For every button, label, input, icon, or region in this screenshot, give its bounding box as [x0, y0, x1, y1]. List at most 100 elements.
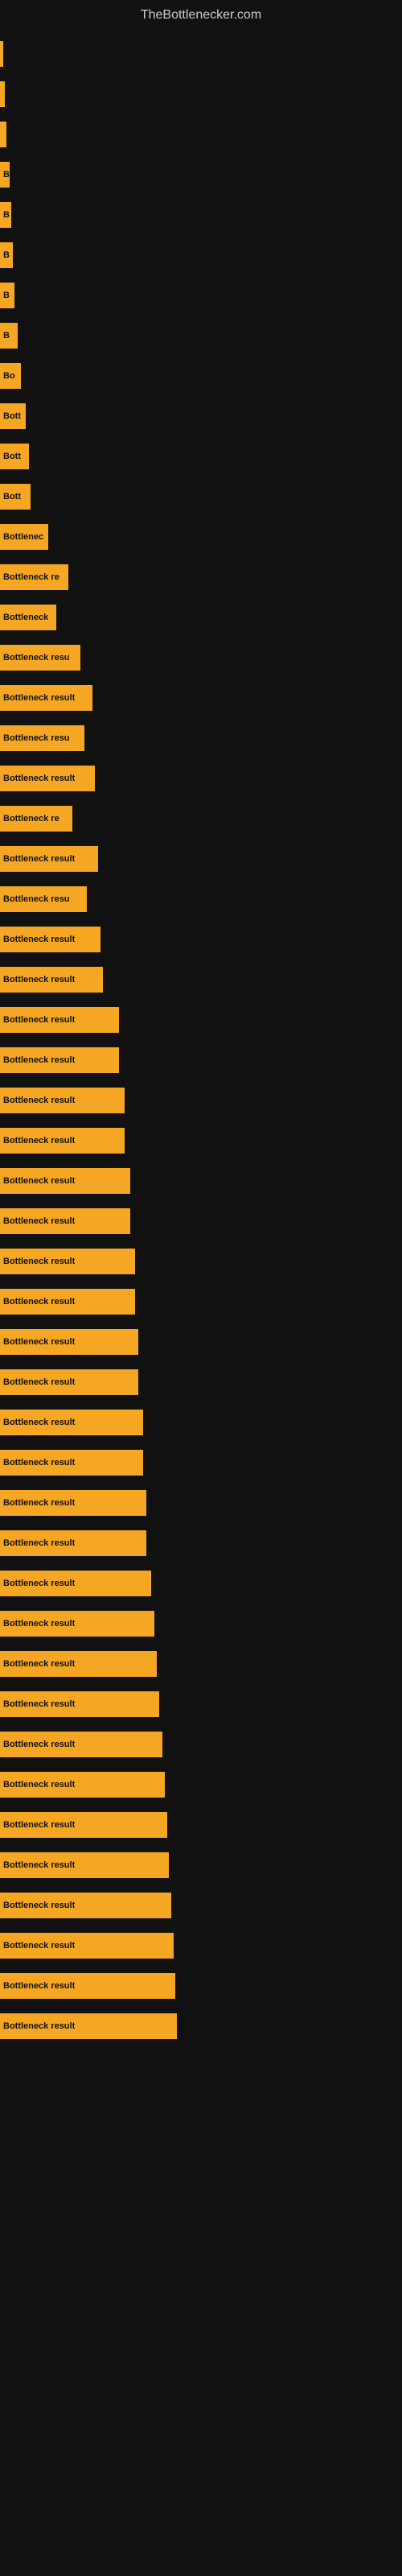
bar-label: Bottleneck result: [3, 1538, 75, 1548]
bar-label: Bottleneck result: [3, 1176, 75, 1186]
bar-row: Bottleneck result: [0, 1765, 402, 1804]
bar: Bottleneck result: [0, 846, 98, 872]
bar: Bottleneck result: [0, 1571, 151, 1596]
bar-row: Bottleneck result: [0, 1685, 402, 1724]
bar-row: Bottleneck result: [0, 840, 402, 878]
bar: Bottleneck result: [0, 1369, 138, 1395]
bar-label: Bottleneck result: [3, 1458, 75, 1468]
bar: [0, 81, 5, 107]
site-title: TheBottlenecker.com: [0, 0, 402, 27]
bar-row: Bottleneck result: [0, 1886, 402, 1925]
bar: Bottleneck result: [0, 1812, 167, 1838]
bar-label: Bottleneck result: [3, 1015, 75, 1025]
bar: Bottleneck result: [0, 1088, 125, 1113]
bar-label: Bott: [3, 492, 21, 502]
bar: Bottleneck result: [0, 1128, 125, 1154]
bar: Bottleneck result: [0, 1289, 135, 1315]
bar: [0, 41, 3, 67]
bar: B: [0, 202, 11, 228]
bars-container: B B B B B Bo Bott Bott Bott Bottlenec Bottleneck r…: [0, 27, 402, 2055]
bar-label: Bottlenec: [3, 532, 43, 542]
bar: Bottleneck result: [0, 1611, 154, 1637]
bar-row: B: [0, 155, 402, 194]
bar: Bottleneck result: [0, 1249, 135, 1274]
bar: Bottleneck result: [0, 1007, 119, 1033]
bar-row: Bottleneck result: [0, 1443, 402, 1482]
bar: Bottleneck result: [0, 1772, 165, 1798]
bar-row: B: [0, 316, 402, 355]
bar: Bottleneck result: [0, 1450, 143, 1476]
bar-row: Bottleneck resu: [0, 719, 402, 758]
bar: Bottleneck re: [0, 564, 68, 590]
bar-row: Bottleneck result: [0, 920, 402, 959]
bar: Bottleneck result: [0, 1168, 130, 1194]
bar-row: Bottleneck: [0, 598, 402, 637]
bar-row: B: [0, 276, 402, 315]
bar-label: B: [3, 210, 10, 220]
bar-row: Bottleneck result: [0, 1162, 402, 1200]
bar-row: Bottleneck result: [0, 960, 402, 999]
bar-row: Bottleneck result: [0, 1926, 402, 1965]
bar: Bottleneck result: [0, 1651, 157, 1677]
bar-label: Bottleneck resu: [3, 894, 70, 904]
bar: Bottleneck resu: [0, 725, 84, 751]
bar-label: B: [3, 331, 10, 341]
bar-label: Bo: [3, 371, 15, 381]
bar-row: Bottleneck result: [0, 2007, 402, 2046]
bar-row: Bottleneck result: [0, 1806, 402, 1844]
bar-label: Bott: [3, 452, 21, 461]
bar: Bottleneck re: [0, 806, 72, 832]
bar-label: Bott: [3, 411, 21, 421]
bar-row: Bottleneck re: [0, 799, 402, 838]
bar-label: Bottleneck result: [3, 1941, 75, 1951]
bar-row: Bottleneck result: [0, 1967, 402, 2005]
bar: Bottleneck resu: [0, 886, 87, 912]
bar-row: Bottleneck result: [0, 1121, 402, 1160]
bar-label: Bottleneck result: [3, 975, 75, 985]
bar-row: Bottleneck result: [0, 1081, 402, 1120]
bar-row: Bottlenec: [0, 518, 402, 556]
bar-label: B: [3, 250, 10, 260]
bar-row: Bottleneck result: [0, 1041, 402, 1080]
bar-row: Bott: [0, 437, 402, 476]
bar-row: Bottleneck result: [0, 1242, 402, 1281]
bar-label: Bottleneck result: [3, 1740, 75, 1749]
bar: [0, 122, 6, 147]
bar-label: Bottleneck result: [3, 1418, 75, 1427]
bar-row: Bott: [0, 397, 402, 436]
bar-row: Bottleneck result: [0, 1403, 402, 1442]
bar-row: Bottleneck result: [0, 1202, 402, 1241]
bar: Bottleneck result: [0, 1732, 162, 1757]
bar-label: Bottleneck result: [3, 1136, 75, 1146]
bar: Bottleneck result: [0, 1410, 143, 1435]
bar-label: Bottleneck result: [3, 1257, 75, 1266]
bar-label: Bottleneck result: [3, 1498, 75, 1508]
bar: Bottleneck result: [0, 1852, 169, 1878]
bar-label: Bottleneck result: [3, 1096, 75, 1105]
bar-row: Bottleneck result: [0, 1846, 402, 1885]
bar-row: [0, 115, 402, 154]
bar: Bottleneck result: [0, 766, 95, 791]
bar: B: [0, 283, 14, 308]
bar-label: Bottleneck result: [3, 693, 75, 703]
bar-row: Bottleneck result: [0, 1323, 402, 1361]
bar-row: Bottleneck result: [0, 1363, 402, 1402]
bar-label: Bottleneck result: [3, 1579, 75, 1588]
bar-label: Bottleneck result: [3, 854, 75, 864]
bar: Bott: [0, 444, 29, 469]
bar: Bottleneck result: [0, 1329, 138, 1355]
bar: Bottleneck: [0, 605, 56, 630]
bar-row: Bo: [0, 357, 402, 395]
bar-label: Bottleneck resu: [3, 653, 70, 663]
bar-label: Bottleneck re: [3, 572, 59, 582]
bar-row: Bottleneck result: [0, 1282, 402, 1321]
bar-row: Bottleneck re: [0, 558, 402, 597]
bar-row: Bottleneck result: [0, 1645, 402, 1683]
bar-label: Bottleneck result: [3, 1297, 75, 1307]
bar-label: Bottleneck result: [3, 1377, 75, 1387]
bar-label: Bottleneck result: [3, 935, 75, 944]
bar-row: Bottleneck result: [0, 1604, 402, 1643]
bar: Bottleneck result: [0, 1933, 174, 1959]
bar: Bott: [0, 403, 26, 429]
bar-row: Bottleneck result: [0, 1725, 402, 1764]
